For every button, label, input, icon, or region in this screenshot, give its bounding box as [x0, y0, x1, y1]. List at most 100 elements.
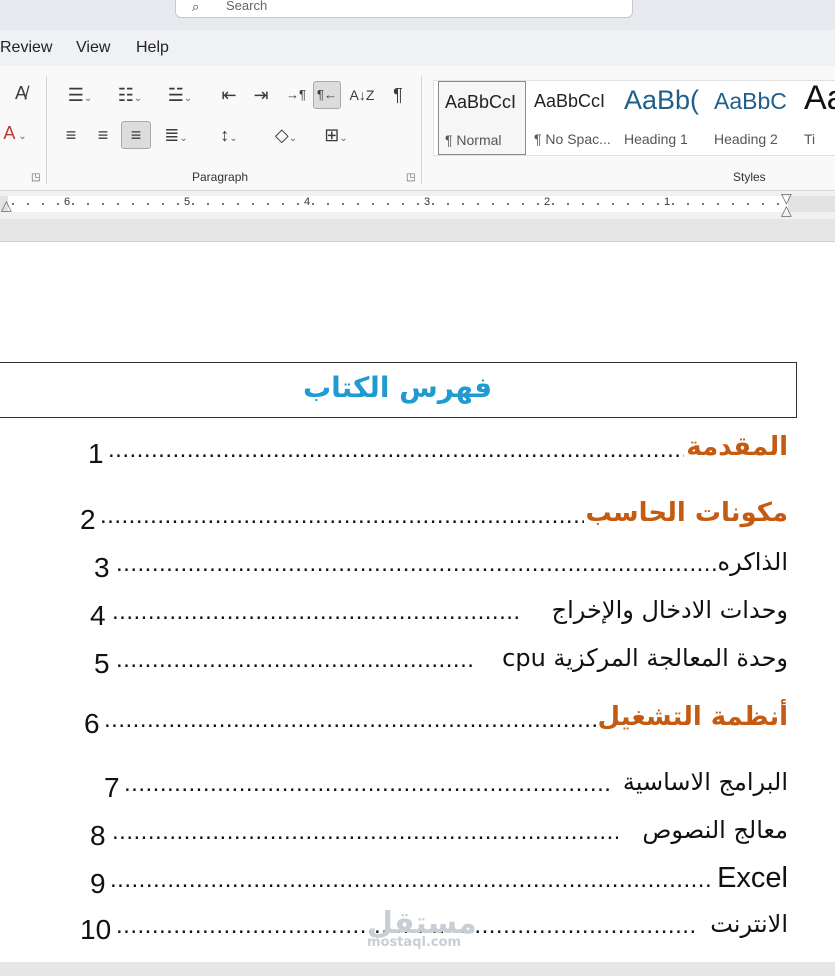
leader-dots: ........................................… — [116, 550, 716, 577]
page-number: 2 — [80, 504, 96, 535]
search-box[interactable]: ⌕ Search — [175, 0, 633, 18]
toc-row: 1 ......................................… — [0, 432, 835, 472]
paragraph-group-label: Paragraph — [192, 170, 249, 184]
ruler-tick — [12, 203, 14, 205]
justify-icon[interactable]: ≣⌄ — [156, 122, 196, 148]
toc-row: 5 ......................................… — [0, 644, 835, 680]
toc-entry: Excel — [715, 862, 788, 895]
ruler-tick — [327, 203, 329, 205]
align-center-icon[interactable]: ≡ — [90, 122, 116, 148]
toc-entry: البرامج الاساسية — [620, 768, 788, 796]
ruler-tick — [282, 203, 284, 205]
borders-icon[interactable]: ⊞⌄ — [314, 122, 358, 148]
style-normal[interactable]: AaBbCcI ¶ Normal — [438, 81, 526, 155]
paragraph-dialog-launcher-icon[interactable]: ◳ — [406, 172, 415, 183]
line-spacing-icon[interactable]: ↕⌄ — [208, 122, 250, 148]
ruler-tick — [147, 203, 149, 205]
ruler-tick — [687, 203, 689, 205]
toc-entry: وحدات الادخال والإخراج — [549, 596, 788, 624]
ruler-tick — [267, 203, 269, 205]
ruler-tick — [87, 203, 89, 205]
ruler-tick — [222, 203, 224, 205]
ruler-tick — [657, 203, 659, 205]
group-separator — [46, 76, 47, 184]
toc-row: 9 ......................................… — [0, 862, 835, 900]
style-heading-1[interactable]: AaBb( Heading 1 — [618, 81, 700, 153]
ruler-tick — [102, 203, 104, 205]
toc-entry-heading: المقدمة — [684, 432, 788, 462]
ruler-number: 1 — [664, 196, 671, 208]
group-separator — [421, 76, 422, 184]
align-left-icon[interactable]: ≡ — [58, 122, 84, 148]
ruler-tick — [777, 203, 779, 205]
numbering-icon[interactable]: ☷⌄ — [110, 82, 150, 108]
page-number: 5 — [94, 648, 110, 679]
leader-dots: ........................................… — [112, 818, 618, 845]
page-number: 3 — [94, 552, 110, 583]
menu-bar: Review View Help — [0, 30, 835, 66]
ruler-tick — [462, 203, 464, 205]
style-heading-2[interactable]: AaBbC Heading 2 — [708, 81, 792, 153]
clear-formatting-icon[interactable]: A̸ — [8, 80, 34, 106]
ruler-tick — [432, 203, 434, 205]
ruler-tick — [732, 203, 734, 205]
page-gap-bottom — [0, 962, 835, 976]
ruler-tick — [747, 203, 749, 205]
tab-help[interactable]: Help — [136, 39, 169, 57]
leader-dots: ........................................… — [110, 866, 710, 893]
bullets-icon[interactable]: ☰⌄ — [60, 82, 100, 108]
sort-icon[interactable]: A↓Z — [348, 82, 376, 108]
page-number: 7 — [104, 772, 120, 803]
tab-review[interactable]: Review — [0, 39, 52, 57]
ruler-number: 5 — [184, 196, 191, 208]
toc-entry: الذاكره — [715, 548, 788, 576]
toc-row: 3 ......................................… — [0, 548, 835, 584]
ruler-tick — [357, 203, 359, 205]
document-page[interactable]: فهرس الكتاب 1 ..........................… — [0, 242, 835, 962]
show-marks-icon[interactable]: ¶ — [386, 82, 410, 108]
rtl-icon[interactable]: ¶← — [313, 81, 341, 109]
toc-entry-heading: أنظمة التشغيل — [595, 702, 788, 732]
leader-dots: ........................................… — [112, 598, 518, 625]
align-right-icon[interactable]: ≡ — [121, 121, 151, 149]
multilevel-list-icon[interactable]: ☱⌄ — [160, 82, 200, 108]
font-color-icon[interactable]: A ⌄ — [0, 120, 32, 146]
ruler-tick — [207, 203, 209, 205]
style-no-spacing[interactable]: AaBbCcI ¶ No Spac... — [528, 81, 612, 153]
ruler-tick — [192, 203, 194, 205]
leader-dots: ........................................… — [116, 646, 472, 673]
increase-indent-icon[interactable]: ⇥ — [248, 82, 274, 108]
toc-title: فهرس الكتاب — [302, 371, 493, 404]
ribbon: A̸ A ⌄ ☰⌄ ☷⌄ ☱⌄ ⇤ ⇥ →¶ ¶← A↓Z ¶ ≡ ≡ ≡ ≣⌄… — [0, 66, 835, 191]
ruler-tick — [507, 203, 509, 205]
ruler-tick — [447, 203, 449, 205]
font-dialog-launcher-icon[interactable]: ◳ — [31, 172, 40, 183]
ltr-icon[interactable]: →¶ — [284, 82, 308, 108]
ruler-tick — [252, 203, 254, 205]
toc-title-box: فهرس الكتاب — [0, 362, 797, 418]
tab-view[interactable]: View — [76, 39, 110, 57]
decrease-indent-icon[interactable]: ⇤ — [216, 82, 242, 108]
ruler-tick — [132, 203, 134, 205]
right-indent-marker-icon[interactable]: ▽ △ — [781, 191, 792, 217]
page-number: 1 — [88, 438, 104, 469]
ruler-tick — [717, 203, 719, 205]
ruler-tick — [297, 203, 299, 205]
ruler-tick — [492, 203, 494, 205]
style-title[interactable]: Aa Ti — [798, 81, 835, 153]
ruler-tick — [117, 203, 119, 205]
page-number: 8 — [90, 820, 106, 851]
toc-entry-heading: مكونات الحاسب — [583, 498, 788, 528]
ruler-tick — [27, 203, 29, 205]
toc-row: 7 ......................................… — [0, 768, 835, 804]
ruler-tick — [372, 203, 374, 205]
styles-gallery: AaBbCcI ¶ Normal AaBbCcI ¶ No Spac... Aa… — [433, 80, 835, 156]
ruler-number: 6 — [64, 196, 71, 208]
shading-icon[interactable]: ◇⌄ — [266, 122, 306, 148]
ruler-tick — [342, 203, 344, 205]
ruler-tick — [627, 203, 629, 205]
left-indent-marker-icon[interactable]: △ — [1, 197, 12, 214]
ruler-tick — [387, 203, 389, 205]
page-number: 6 — [84, 708, 100, 739]
ruler-tick — [762, 203, 764, 205]
